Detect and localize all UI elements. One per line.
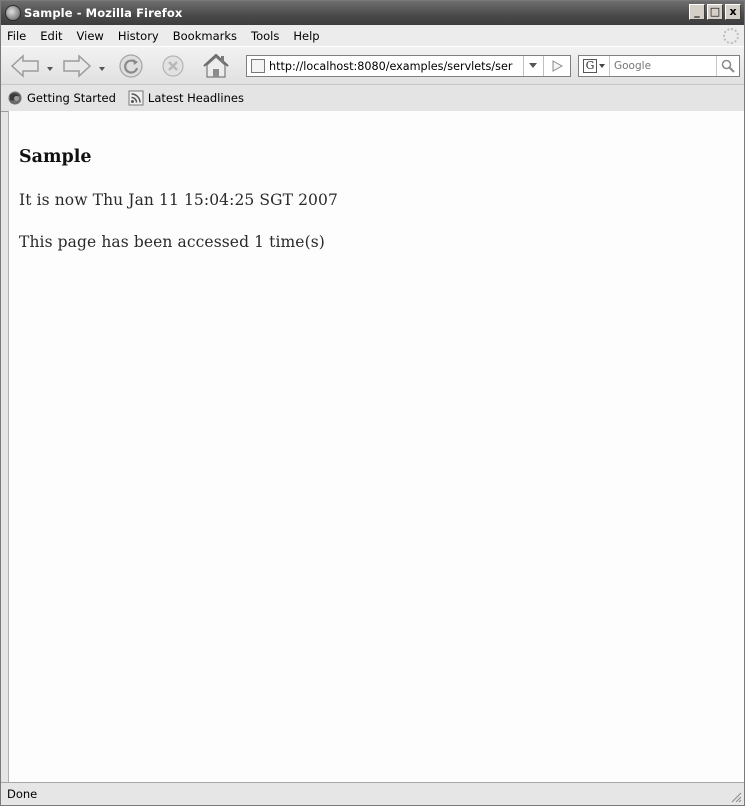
bookmarks-toolbar: Getting Started Latest Headlines (1, 84, 744, 112)
firefox-icon (8, 91, 22, 105)
page-content: Sample It is now Thu Jan 11 15:04:25 SGT… (8, 111, 744, 783)
resize-grip-icon[interactable] (729, 790, 742, 803)
bookmark-label: Latest Headlines (147, 91, 244, 105)
search-button[interactable] (716, 56, 739, 76)
reload-icon (119, 54, 143, 78)
navigation-toolbar: http://localhost:8080/examples/servlets/… (1, 46, 744, 85)
title-bar[interactable]: Sample - Mozilla Firefox _ □ x (1, 1, 744, 25)
google-icon: G (583, 59, 597, 73)
window-title: Sample - Mozilla Firefox (24, 6, 183, 20)
home-button[interactable] (201, 53, 231, 83)
menu-help[interactable]: Help (286, 29, 326, 43)
current-time-text: It is now Thu Jan 11 15:04:25 SGT 2007 (19, 191, 338, 209)
back-button[interactable] (9, 53, 41, 83)
minimize-button[interactable]: _ (689, 4, 705, 20)
bookmark-getting-started[interactable]: Getting Started (7, 90, 116, 106)
bookmark-label: Getting Started (27, 91, 116, 105)
maximize-button[interactable]: □ (707, 4, 723, 20)
menu-bar: File Edit View History Bookmarks Tools H… (1, 25, 744, 46)
bookmark-latest-headlines[interactable]: Latest Headlines (128, 90, 244, 106)
address-bar[interactable]: http://localhost:8080/examples/servlets/… (246, 55, 571, 77)
chevron-down-icon (529, 63, 537, 68)
forward-history-dropdown[interactable] (99, 67, 105, 71)
back-history-dropdown[interactable] (47, 67, 53, 71)
menu-bookmarks[interactable]: Bookmarks (166, 29, 244, 43)
go-arrow-icon (552, 60, 563, 72)
reload-button[interactable] (117, 53, 145, 83)
page-favicon-icon (251, 59, 265, 73)
magnifier-icon (721, 59, 735, 73)
status-text: Done (7, 787, 38, 801)
window-controls: _ □ x (689, 4, 741, 20)
chevron-down-icon (599, 63, 605, 68)
go-button[interactable] (543, 56, 570, 76)
rss-feed-icon (128, 90, 144, 106)
forward-arrow-icon (63, 54, 92, 78)
stop-icon (162, 55, 184, 77)
stop-button[interactable] (159, 53, 187, 83)
close-button[interactable]: x (725, 4, 741, 20)
throbber-icon (723, 28, 739, 44)
home-icon (203, 53, 229, 78)
firefox-icon (5, 5, 21, 21)
url-history-dropdown[interactable] (523, 56, 542, 76)
search-engine-selector[interactable]: G (579, 56, 610, 76)
menu-view[interactable]: View (70, 29, 111, 43)
menu-edit[interactable]: Edit (33, 29, 69, 43)
back-arrow-icon (10, 54, 39, 78)
url-text[interactable]: http://localhost:8080/examples/servlets/… (269, 60, 519, 73)
forward-button[interactable] (61, 53, 93, 83)
menu-file[interactable]: File (1, 29, 33, 43)
search-bar: G (578, 55, 740, 77)
menu-tools[interactable]: Tools (244, 29, 286, 43)
access-count-text: This page has been accessed 1 time(s) (19, 233, 325, 251)
status-bar: Done (1, 782, 744, 805)
page-heading: Sample (19, 147, 92, 167)
menu-history[interactable]: History (111, 29, 166, 43)
browser-window: Sample - Mozilla Firefox _ □ x File Edit… (0, 0, 745, 806)
search-input[interactable] (614, 60, 712, 72)
